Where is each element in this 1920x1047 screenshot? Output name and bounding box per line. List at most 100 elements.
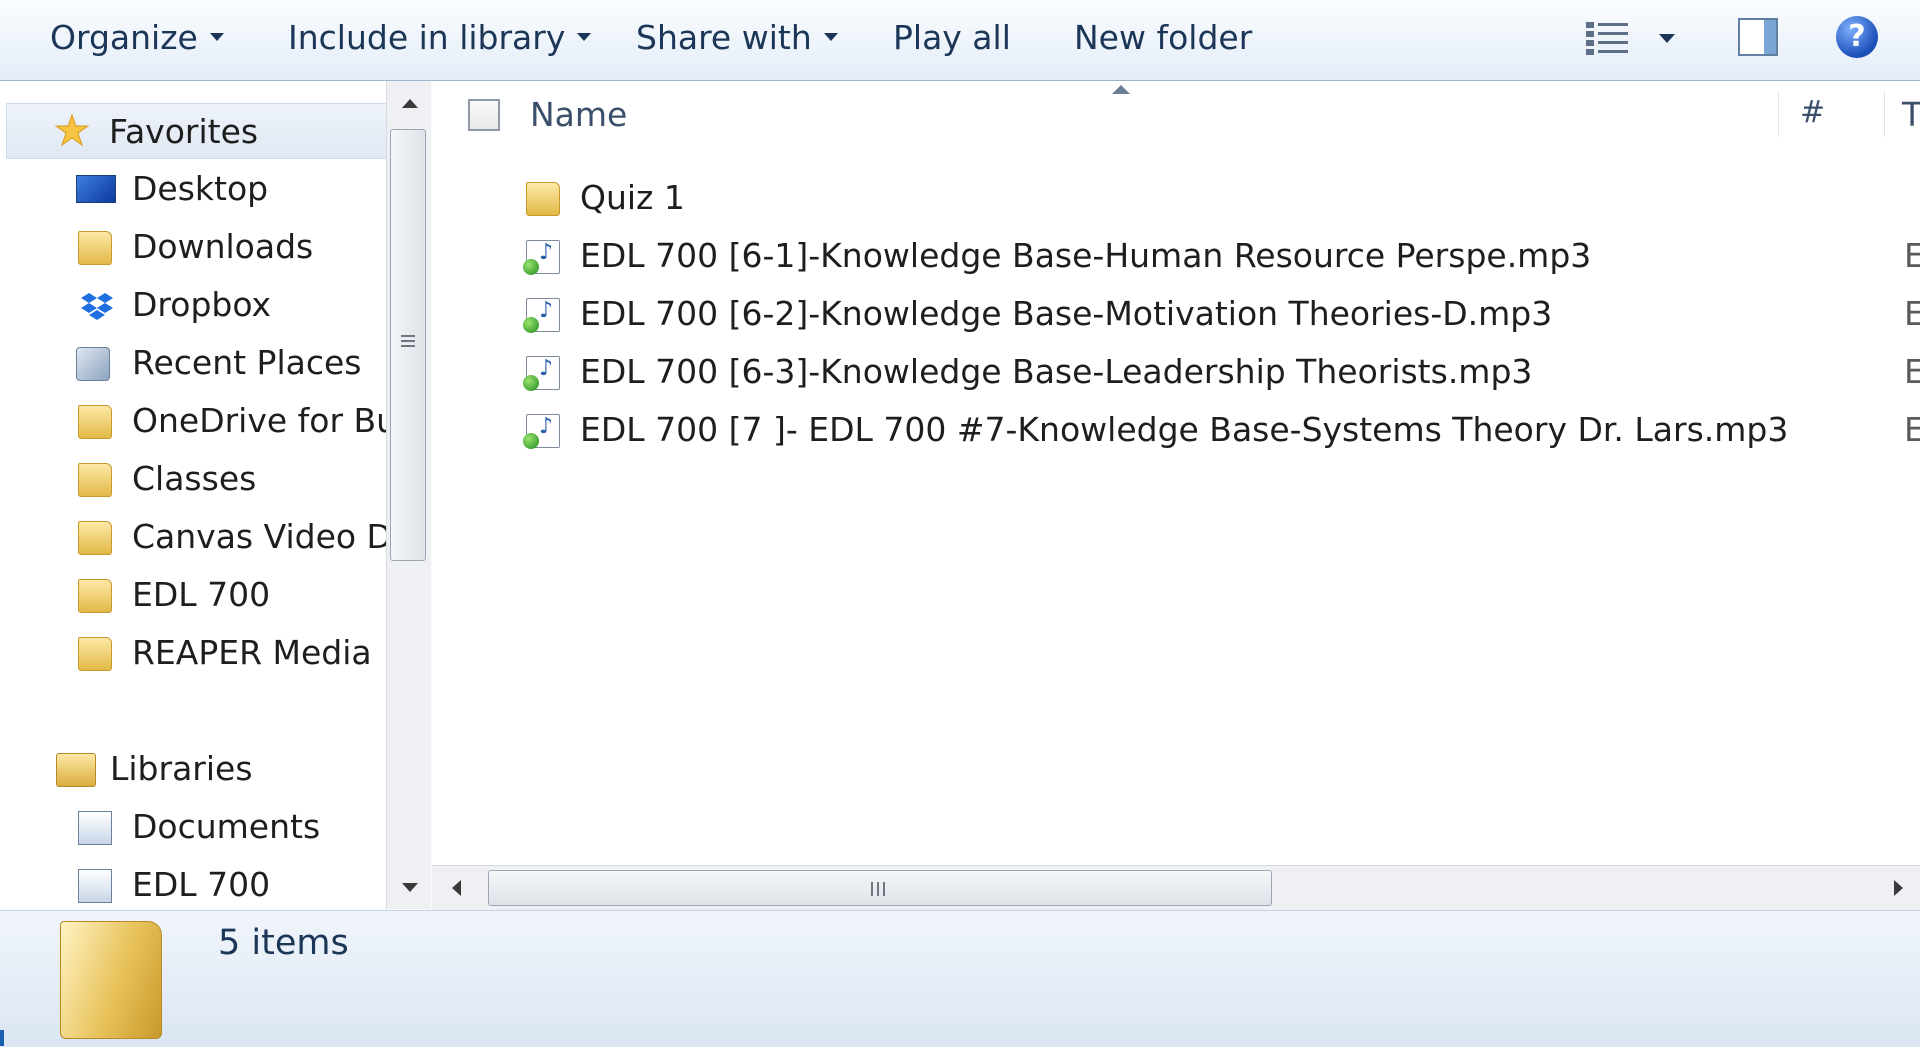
- scroll-right-arrow-icon[interactable]: [1894, 880, 1903, 896]
- scroll-down-arrow-icon[interactable]: [402, 883, 418, 892]
- nav-item-documents[interactable]: Documents: [0, 799, 386, 855]
- new-folder-label: New folder: [1074, 18, 1253, 57]
- nav-item-onedrive[interactable]: OneDrive for Busi: [0, 393, 386, 449]
- star-icon: [55, 114, 89, 147]
- nav-scrollbar-thumb[interactable]: [390, 129, 426, 561]
- column-header: Name # T: [432, 81, 1920, 153]
- nav-item-canvas-video[interactable]: Canvas Video Der: [0, 509, 386, 565]
- nav-item-label: Documents: [132, 807, 321, 846]
- play-all-button[interactable]: Play all: [893, 18, 1011, 58]
- folder-icon: [78, 579, 112, 613]
- audio-file-icon: [523, 355, 560, 391]
- downloads-folder-icon: [78, 231, 112, 265]
- file-row[interactable]: EDL 700 [7 ]- EDL 700 #7-Knowledge Base-…: [432, 402, 1920, 458]
- grip-icon: [401, 335, 415, 349]
- play-all-label: Play all: [893, 18, 1011, 57]
- file-row[interactable]: EDL 700 [6-3]-Knowledge Base-Leadership …: [432, 344, 1920, 400]
- documents-icon: [78, 811, 112, 845]
- chevron-down-icon: [209, 32, 224, 41]
- file-name: EDL 700 [7 ]- EDL 700 #7-Knowledge Base-…: [580, 410, 1789, 449]
- nav-item-recent-places[interactable]: Recent Places: [0, 335, 386, 391]
- folder-icon: [78, 405, 112, 439]
- nav-scrollbar[interactable]: [386, 81, 431, 909]
- large-folder-icon: [60, 921, 162, 1039]
- organize-label: Organize: [50, 18, 198, 57]
- nav-item-label: Classes: [132, 459, 257, 498]
- file-row-quiz-1[interactable]: Quiz 1: [432, 170, 1920, 226]
- window-edge: [0, 1030, 4, 1046]
- libraries-icon: [56, 753, 96, 787]
- horizontal-scrollbar[interactable]: [432, 865, 1920, 910]
- column-number-header[interactable]: #: [1800, 95, 1825, 130]
- nav-item-edl-700-library[interactable]: EDL 700: [0, 857, 386, 909]
- file-col-t: E: [1904, 352, 1920, 391]
- folder-icon: [78, 463, 112, 497]
- column-title-header[interactable]: T: [1902, 95, 1920, 134]
- nav-item-label: EDL 700: [132, 575, 271, 614]
- file-list: Name # T Quiz 1 EDL 700 [6-1]-Knowledge …: [432, 81, 1920, 865]
- folder-icon: [78, 637, 112, 671]
- file-name: EDL 700 [6-3]-Knowledge Base-Leadership …: [580, 352, 1533, 391]
- chevron-down-icon: [823, 32, 838, 41]
- file-col-t: E: [1904, 294, 1920, 333]
- file-name: EDL 700 [6-1]-Knowledge Base-Human Resou…: [580, 236, 1592, 275]
- file-col-t: E: [1904, 410, 1920, 449]
- nav-item-label: Canvas Video Der: [132, 517, 386, 556]
- nav-item-dropbox[interactable]: Dropbox: [0, 277, 386, 333]
- nav-libraries[interactable]: Libraries: [0, 741, 386, 797]
- nav-item-label: EDL 700: [132, 865, 271, 904]
- column-divider[interactable]: [1778, 91, 1779, 137]
- audio-file-icon: [523, 413, 560, 449]
- desktop-icon: [76, 175, 116, 203]
- include-in-library-button[interactable]: Include in library: [288, 18, 592, 58]
- navigation-pane: Favorites Desktop Downloads Dropbox Rece…: [0, 81, 386, 909]
- file-row[interactable]: EDL 700 [6-1]-Knowledge Base-Human Resou…: [432, 228, 1920, 284]
- nav-libraries-label: Libraries: [110, 749, 253, 788]
- folder-icon: [78, 521, 112, 555]
- file-name: EDL 700 [6-2]-Knowledge Base-Motivation …: [580, 294, 1553, 333]
- nav-item-label: Recent Places: [132, 343, 362, 382]
- nav-item-label: OneDrive for Busi: [132, 401, 386, 440]
- nav-item-label: Dropbox: [132, 285, 272, 324]
- audio-file-icon: [523, 239, 560, 275]
- chevron-down-icon: [577, 32, 592, 41]
- scroll-left-arrow-icon[interactable]: [452, 880, 461, 896]
- grip-icon: [871, 882, 887, 896]
- nav-item-classes[interactable]: Classes: [0, 451, 386, 507]
- nav-item-label: REAPER Media: [132, 633, 372, 672]
- share-with-label: Share with: [636, 18, 812, 57]
- preview-pane-icon[interactable]: [1738, 18, 1778, 56]
- item-count: 5 items: [218, 923, 349, 963]
- library-icon: [78, 869, 112, 903]
- nav-item-edl-700[interactable]: EDL 700: [0, 567, 386, 623]
- recent-places-icon: [76, 347, 110, 381]
- details-pane: 5 items: [0, 910, 1920, 1047]
- organize-button[interactable]: Organize: [50, 18, 224, 58]
- include-in-library-label: Include in library: [288, 18, 566, 57]
- nav-item-downloads[interactable]: Downloads: [0, 219, 386, 275]
- change-view-icon[interactable]: [1586, 20, 1630, 56]
- file-row[interactable]: EDL 700 [6-2]-Knowledge Base-Motivation …: [432, 286, 1920, 342]
- new-folder-button[interactable]: New folder: [1074, 18, 1252, 58]
- nav-item-reaper-media[interactable]: REAPER Media: [0, 625, 386, 681]
- help-icon[interactable]: ?: [1836, 16, 1878, 58]
- dropbox-icon: [81, 293, 113, 320]
- select-all-checkbox[interactable]: [468, 99, 500, 131]
- audio-file-icon: [523, 297, 560, 333]
- sort-ascending-icon: [1112, 85, 1130, 94]
- nav-favorites-label: Favorites: [109, 112, 259, 151]
- column-name-header[interactable]: Name: [530, 95, 627, 134]
- share-with-button[interactable]: Share with: [636, 18, 838, 58]
- column-divider[interactable]: [1884, 91, 1885, 137]
- horizontal-scrollbar-thumb[interactable]: [488, 870, 1272, 906]
- folder-icon: [526, 182, 560, 216]
- view-options-chevron-icon[interactable]: [1659, 34, 1675, 43]
- command-bar: Organize Include in library Share with P…: [0, 0, 1920, 81]
- file-name: Quiz 1: [580, 178, 685, 217]
- file-col-t: E: [1904, 236, 1920, 275]
- nav-item-label: Downloads: [132, 227, 314, 266]
- nav-item-label: Desktop: [132, 169, 269, 208]
- nav-favorites[interactable]: Favorites: [6, 103, 386, 159]
- scroll-up-arrow-icon[interactable]: [402, 99, 418, 108]
- nav-item-desktop[interactable]: Desktop: [0, 161, 386, 217]
